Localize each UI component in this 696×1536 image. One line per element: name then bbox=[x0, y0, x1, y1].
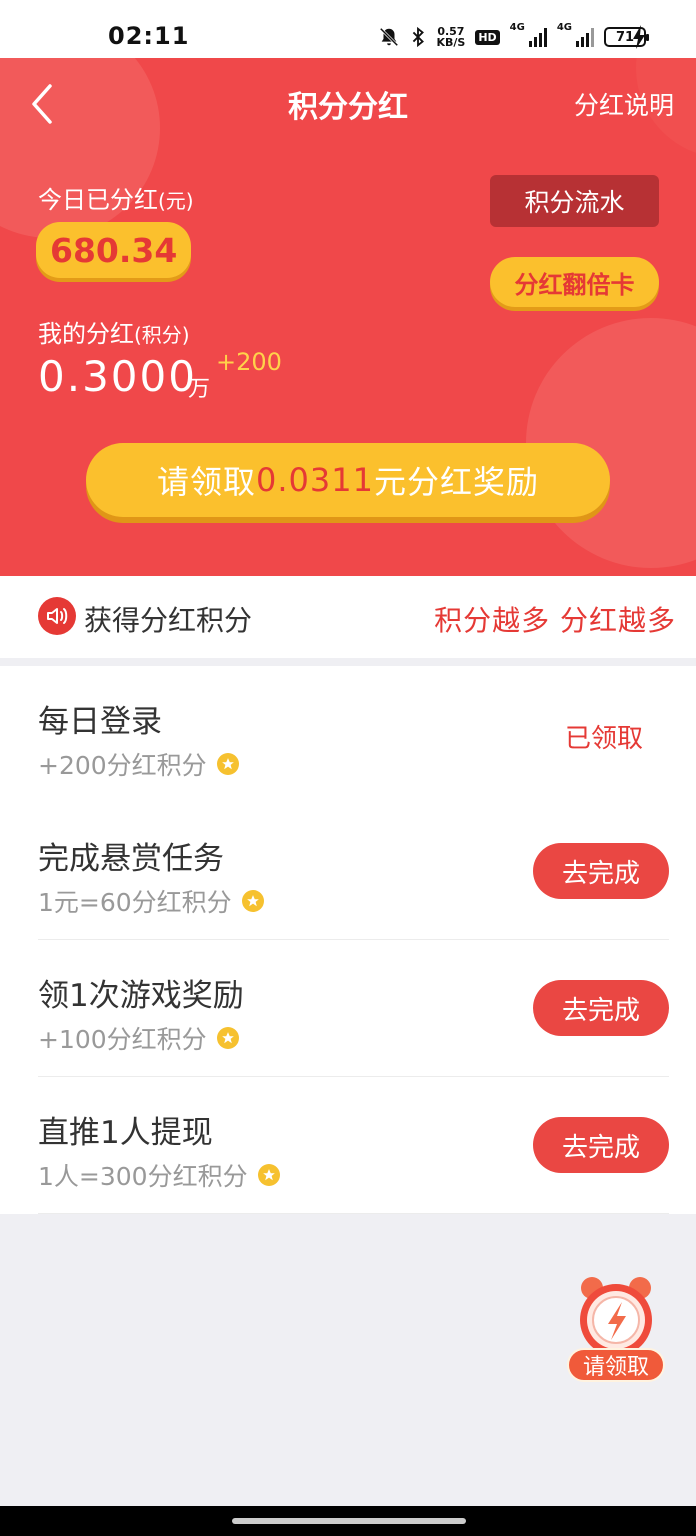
home-indicator[interactable] bbox=[232, 1518, 466, 1524]
task-status-claimed: 已领取 bbox=[564, 724, 643, 754]
go-complete-button[interactable]: 去完成 bbox=[533, 980, 669, 1036]
net-speed: 0.57 KB/S bbox=[436, 26, 465, 48]
net-speed-unit: KB/S bbox=[436, 36, 466, 49]
back-button[interactable] bbox=[28, 82, 68, 126]
task-subtitle-text: +100分红积分 bbox=[38, 1025, 207, 1054]
claim-prefix: 请领取 bbox=[157, 463, 257, 501]
claim-suffix: 元分红奖励 bbox=[373, 463, 539, 501]
go-complete-button[interactable]: 去完成 bbox=[533, 843, 669, 899]
my-dividend-increment: +200 bbox=[216, 348, 282, 376]
earn-points-section-header: 获得分红积分 积分越多 分红越多 bbox=[0, 576, 696, 658]
today-dividend-label: 今日已分红(元) bbox=[38, 180, 194, 215]
alarm-clock-icon bbox=[580, 1277, 652, 1356]
signal-icon-2 bbox=[576, 27, 594, 47]
dividend-header: 积分分红 分红说明 今日已分红(元) 680.34 积分流水 分红翻倍卡 我的分… bbox=[0, 58, 696, 576]
floating-claim-widget[interactable]: 请领取 bbox=[564, 1274, 668, 1386]
claim-reward-button[interactable]: 请领取 0.0311 元分红奖励 bbox=[86, 443, 610, 517]
status-time: 02:11 bbox=[108, 22, 190, 50]
today-dividend-value: 680.34 bbox=[36, 222, 192, 278]
task-subtitle-text: +200分红积分 bbox=[38, 751, 207, 780]
bluetooth-icon bbox=[413, 26, 425, 48]
double-card-button[interactable]: 分红翻倍卡 bbox=[490, 257, 659, 307]
my-label-text: 我的分红 bbox=[38, 320, 134, 348]
my-dividend-label: 我的分红(积分) bbox=[38, 314, 190, 349]
signal1-label: 4G bbox=[509, 22, 525, 33]
task-title: 直推1人提现 bbox=[38, 1115, 213, 1151]
section-slogan: 积分越多 分红越多 bbox=[434, 604, 676, 637]
section-title: 获得分红积分 bbox=[84, 604, 253, 637]
points-flow-button[interactable]: 积分流水 bbox=[490, 175, 659, 227]
task-title: 完成悬赏任务 bbox=[38, 841, 224, 877]
speaker-icon bbox=[38, 597, 76, 635]
status-icons: 0.57 KB/S HD 4G 4G 71 bbox=[378, 22, 649, 52]
chevron-left-icon bbox=[32, 84, 52, 124]
star-coin-icon bbox=[216, 1027, 239, 1049]
task-subtitle-text: 1人=300分红积分 bbox=[38, 1162, 248, 1191]
task-subtitle: +200分红积分 bbox=[38, 746, 239, 782]
task-game-reward: 领1次游戏奖励 +100分红积分 去完成 bbox=[38, 940, 669, 1077]
navigation-bar bbox=[0, 1506, 696, 1536]
task-referral: 直推1人提现 1人=300分红积分 去完成 bbox=[38, 1077, 669, 1214]
floating-claim-label: 请领取 bbox=[567, 1348, 665, 1382]
star-coin-icon bbox=[216, 753, 239, 775]
task-subtitle: +100分红积分 bbox=[38, 1020, 239, 1056]
charging-icon bbox=[633, 25, 645, 49]
dividend-explain-link[interactable]: 分红说明 bbox=[574, 86, 674, 122]
star-coin-icon bbox=[257, 1164, 280, 1186]
claim-amount: 0.0311 bbox=[256, 461, 374, 499]
status-bar: 02:11 0.57 KB/S HD 4G 4G 71 bbox=[0, 0, 696, 58]
my-dividend-unit: 万 bbox=[188, 377, 211, 402]
task-daily-login: 每日登录 +200分红积分 已领取 bbox=[38, 666, 669, 803]
mute-bell-icon bbox=[380, 27, 399, 47]
my-label-unit: (积分) bbox=[134, 323, 190, 347]
task-title: 每日登录 bbox=[38, 704, 162, 740]
task-list: 每日登录 +200分红积分 已领取 完成悬赏任务 1元=60分红积分 去完成 领… bbox=[0, 666, 696, 1214]
signal-icon bbox=[528, 27, 547, 47]
task-subtitle: 1人=300分红积分 bbox=[38, 1157, 280, 1193]
task-bounty: 完成悬赏任务 1元=60分红积分 去完成 bbox=[38, 803, 669, 940]
task-subtitle-text: 1元=60分红积分 bbox=[38, 888, 232, 917]
signal2-label: 4G bbox=[556, 22, 572, 33]
task-subtitle: 1元=60分红积分 bbox=[38, 883, 264, 919]
star-coin-icon bbox=[241, 890, 264, 912]
my-dividend-value: 0.3000 bbox=[38, 352, 197, 401]
hd-badge: HD bbox=[475, 29, 500, 45]
task-title: 领1次游戏奖励 bbox=[38, 978, 244, 1014]
go-complete-button[interactable]: 去完成 bbox=[533, 1117, 669, 1173]
today-label-unit: (元) bbox=[158, 189, 194, 213]
today-label-text: 今日已分红 bbox=[38, 186, 158, 214]
